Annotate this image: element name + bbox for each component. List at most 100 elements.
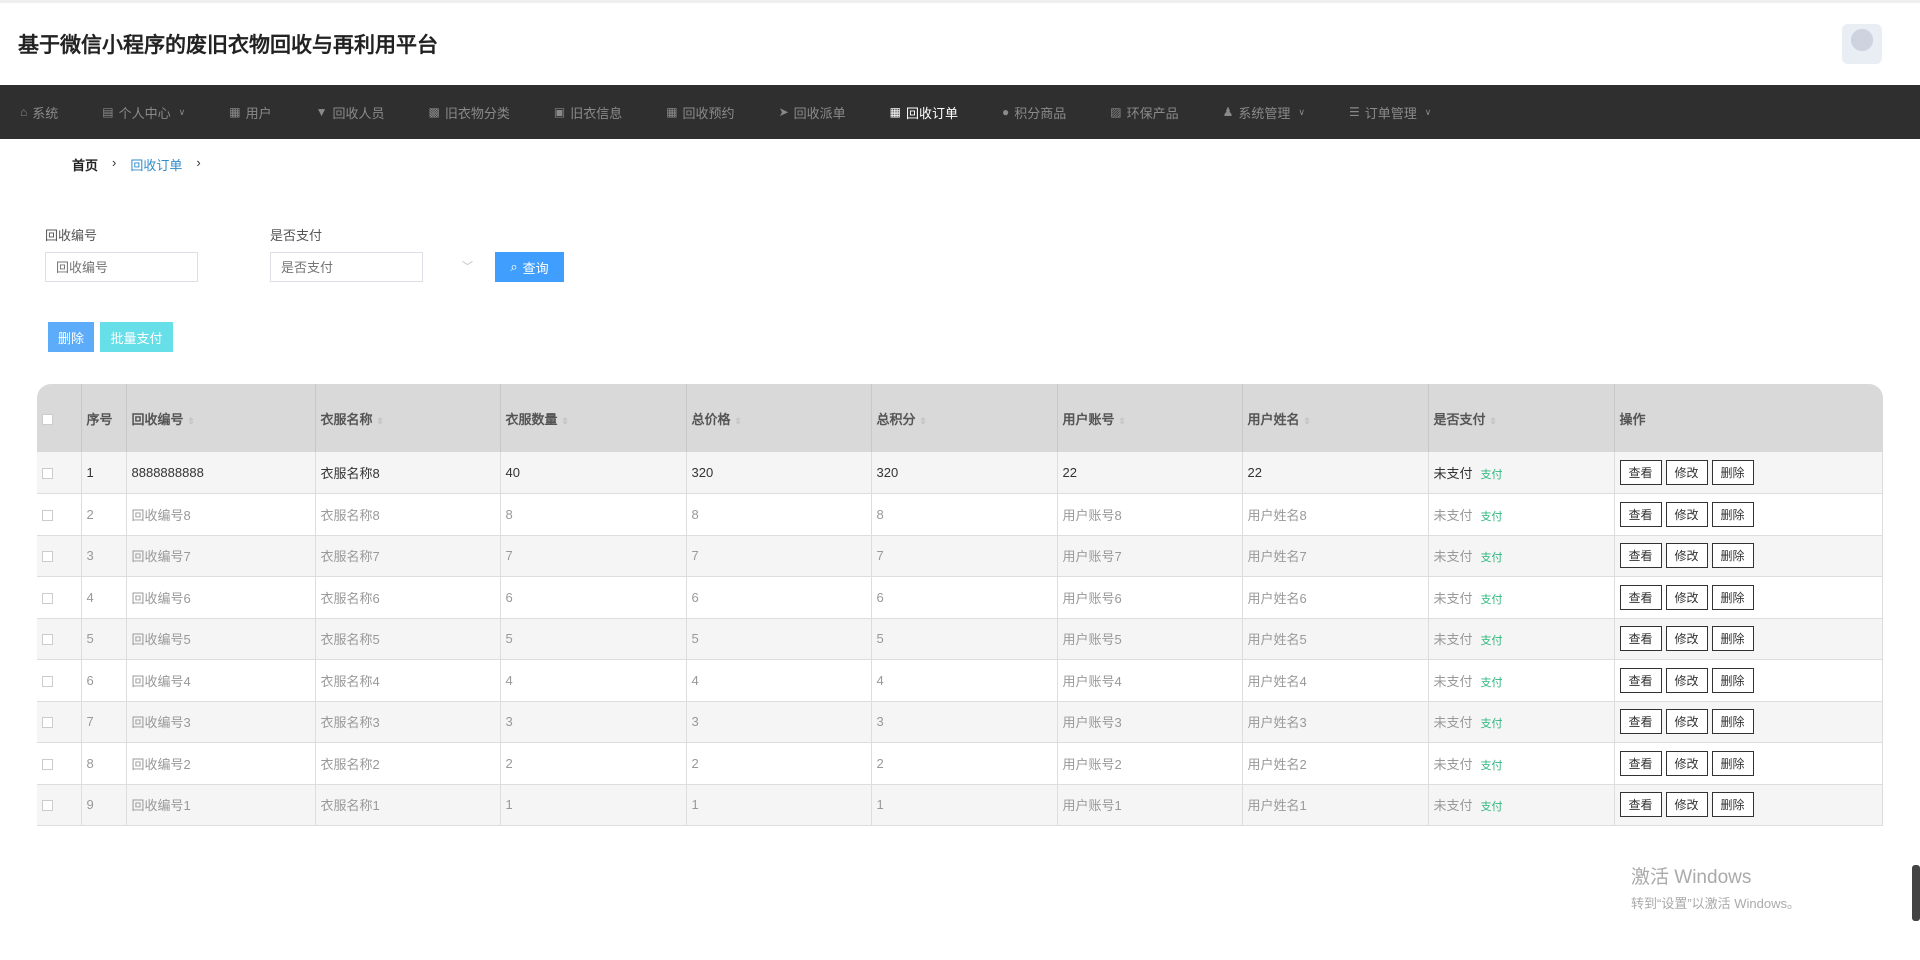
delete-button[interactable]: 删除 bbox=[1711, 667, 1754, 693]
edit-button[interactable]: 修改 bbox=[1665, 709, 1708, 735]
delete-button[interactable]: 删除 bbox=[1711, 584, 1754, 610]
row-checkbox[interactable] bbox=[42, 551, 53, 563]
nav-item-11[interactable]: ♟ 系统管理 ∨ bbox=[1223, 103, 1305, 122]
column-header[interactable]: 回收编号 ⇳ bbox=[126, 384, 316, 452]
row-checkbox[interactable] bbox=[42, 758, 53, 770]
nav-item-5[interactable]: ▣ 旧衣信息 bbox=[554, 103, 622, 122]
view-button[interactable]: 查看 bbox=[1619, 501, 1662, 527]
breadcrumb-home[interactable]: 首页 bbox=[72, 155, 98, 174]
chevron-down-icon[interactable]: ﹀ bbox=[462, 258, 473, 274]
sort-icon[interactable]: ⇳ bbox=[1304, 416, 1312, 426]
column-header[interactable]: 总价格 ⇳ bbox=[686, 384, 872, 452]
view-button[interactable]: 查看 bbox=[1619, 543, 1662, 569]
edit-button[interactable]: 修改 bbox=[1665, 750, 1708, 776]
row-checkbox[interactable] bbox=[42, 509, 53, 521]
nav-item-12[interactable]: ☰ 订单管理 ∨ bbox=[1349, 103, 1431, 122]
row-checkbox[interactable] bbox=[42, 468, 53, 480]
edit-button[interactable]: 修改 bbox=[1665, 460, 1708, 485]
sort-icon[interactable]: ⇳ bbox=[562, 416, 570, 426]
column-header-label: 总价格 bbox=[691, 411, 731, 427]
table-cell: 3 bbox=[500, 701, 687, 743]
pay-link[interactable]: 支付 bbox=[1481, 469, 1503, 481]
nav-item-6[interactable]: ▦ 回收预约 bbox=[666, 103, 734, 122]
nav-item-4[interactable]: ▩ 旧衣物分类 bbox=[428, 103, 509, 122]
pay-filter-select[interactable] bbox=[270, 252, 423, 282]
view-button[interactable]: 查看 bbox=[1619, 667, 1662, 693]
row-checkbox[interactable] bbox=[42, 634, 53, 646]
nav-item-9[interactable]: ● 积分商品 bbox=[1002, 103, 1066, 122]
column-header[interactable]: 总积分 ⇳ bbox=[871, 384, 1058, 452]
table-row: 1 8888888888 衣服名称8 40 320 320 22 22 未支付 支付 查看 修改 删除 bbox=[37, 452, 1883, 494]
select-all-checkbox[interactable] bbox=[42, 413, 53, 425]
pay-link[interactable]: 支付 bbox=[1481, 635, 1503, 647]
delete-button[interactable]: 删除 bbox=[1711, 460, 1754, 485]
sort-icon[interactable]: ⇳ bbox=[1490, 416, 1498, 426]
nav-item-10[interactable]: ▨ 环保产品 bbox=[1110, 103, 1178, 122]
sort-icon[interactable]: ⇳ bbox=[188, 416, 196, 426]
column-header[interactable]: 是否支付 ⇳ bbox=[1428, 384, 1615, 452]
table-cell: 1 bbox=[871, 784, 1058, 826]
pay-link[interactable]: 支付 bbox=[1481, 760, 1503, 772]
delete-button[interactable]: 删除 bbox=[1711, 543, 1754, 569]
pay-link[interactable]: 支付 bbox=[1481, 677, 1503, 689]
sort-icon[interactable]: ⇳ bbox=[377, 416, 385, 426]
nav-item-1[interactable]: ▤ 个人中心 ∨ bbox=[102, 103, 185, 122]
column-header[interactable]: 用户账号 ⇳ bbox=[1057, 384, 1243, 452]
view-button[interactable]: 查看 bbox=[1619, 750, 1662, 776]
scrollbar[interactable] bbox=[1912, 865, 1920, 921]
search-icon: ⌕ bbox=[510, 259, 518, 274]
nav-item-7[interactable]: ➤ 回收派单 bbox=[779, 103, 846, 122]
delete-button[interactable]: 删除 bbox=[1711, 750, 1754, 776]
sort-icon[interactable]: ⇳ bbox=[735, 416, 743, 426]
avatar[interactable] bbox=[1842, 24, 1882, 64]
edit-button[interactable]: 修改 bbox=[1665, 626, 1708, 652]
row-checkbox[interactable] bbox=[42, 717, 53, 729]
nav-item-2[interactable]: ▦ 用户 bbox=[229, 103, 271, 122]
pay-link[interactable]: 支付 bbox=[1481, 594, 1503, 606]
pay-link[interactable]: 支付 bbox=[1481, 801, 1503, 813]
edit-button[interactable]: 修改 bbox=[1665, 792, 1708, 818]
column-header-label: 是否支付 bbox=[1433, 411, 1486, 427]
nav-item-3[interactable]: ▼ 回收人员 bbox=[316, 103, 385, 122]
view-button[interactable]: 查看 bbox=[1619, 460, 1662, 485]
row-checkbox[interactable] bbox=[42, 800, 53, 812]
delete-button[interactable]: 删除 bbox=[1711, 501, 1754, 527]
delete-button[interactable]: 删除 bbox=[1711, 792, 1754, 818]
batch-pay-button[interactable]: 批量支付 bbox=[100, 322, 173, 352]
row-checkbox[interactable] bbox=[42, 675, 53, 687]
column-header[interactable]: 衣服数量 ⇳ bbox=[500, 384, 687, 452]
sort-icon[interactable]: ⇳ bbox=[920, 416, 928, 426]
edit-button[interactable]: 修改 bbox=[1665, 667, 1708, 693]
view-button[interactable]: 查看 bbox=[1619, 709, 1662, 735]
nav-item-0[interactable]: ⌂ 系统 bbox=[20, 103, 58, 122]
delete-button[interactable]: 删除 bbox=[1711, 709, 1754, 735]
code-filter-input[interactable] bbox=[45, 252, 198, 282]
sort-icon[interactable]: ⇳ bbox=[1119, 416, 1127, 426]
pay-status-cell: 未支付 支付 bbox=[1428, 618, 1615, 660]
pay-link[interactable]: 支付 bbox=[1481, 552, 1503, 564]
table-cell: 用户姓名4 bbox=[1242, 659, 1429, 702]
query-label: 查询 bbox=[522, 260, 549, 276]
edit-button[interactable]: 修改 bbox=[1665, 543, 1708, 569]
breadcrumb: 首页 › 回收订单 › bbox=[72, 155, 201, 174]
edit-button[interactable]: 修改 bbox=[1665, 501, 1708, 527]
delete-button[interactable]: 删除 bbox=[1711, 626, 1754, 652]
view-button[interactable]: 查看 bbox=[1619, 626, 1662, 652]
column-header[interactable]: 用户姓名 ⇳ bbox=[1242, 384, 1429, 452]
nav-item-8[interactable]: ▦ 回收订单 bbox=[890, 103, 958, 122]
location-icon: ● bbox=[1002, 105, 1010, 119]
edit-button[interactable]: 修改 bbox=[1665, 584, 1708, 610]
view-button[interactable]: 查看 bbox=[1619, 792, 1662, 818]
row-checkbox[interactable] bbox=[42, 592, 53, 604]
pay-filter-label: 是否支付 bbox=[270, 228, 323, 243]
column-header[interactable]: 衣服名称 ⇳ bbox=[315, 384, 501, 452]
query-button[interactable]: ⌕ 查询 bbox=[495, 252, 564, 282]
table-cell: 1 bbox=[81, 452, 127, 494]
table-cell: 2 bbox=[871, 742, 1058, 785]
breadcrumb-separator: › bbox=[112, 155, 117, 170]
breadcrumb-current[interactable]: 回收订单 bbox=[130, 155, 182, 174]
delete-selected-button[interactable]: 删除 bbox=[48, 322, 94, 352]
pay-link[interactable]: 支付 bbox=[1481, 718, 1503, 730]
view-button[interactable]: 查看 bbox=[1619, 584, 1662, 610]
pay-link[interactable]: 支付 bbox=[1481, 511, 1503, 523]
